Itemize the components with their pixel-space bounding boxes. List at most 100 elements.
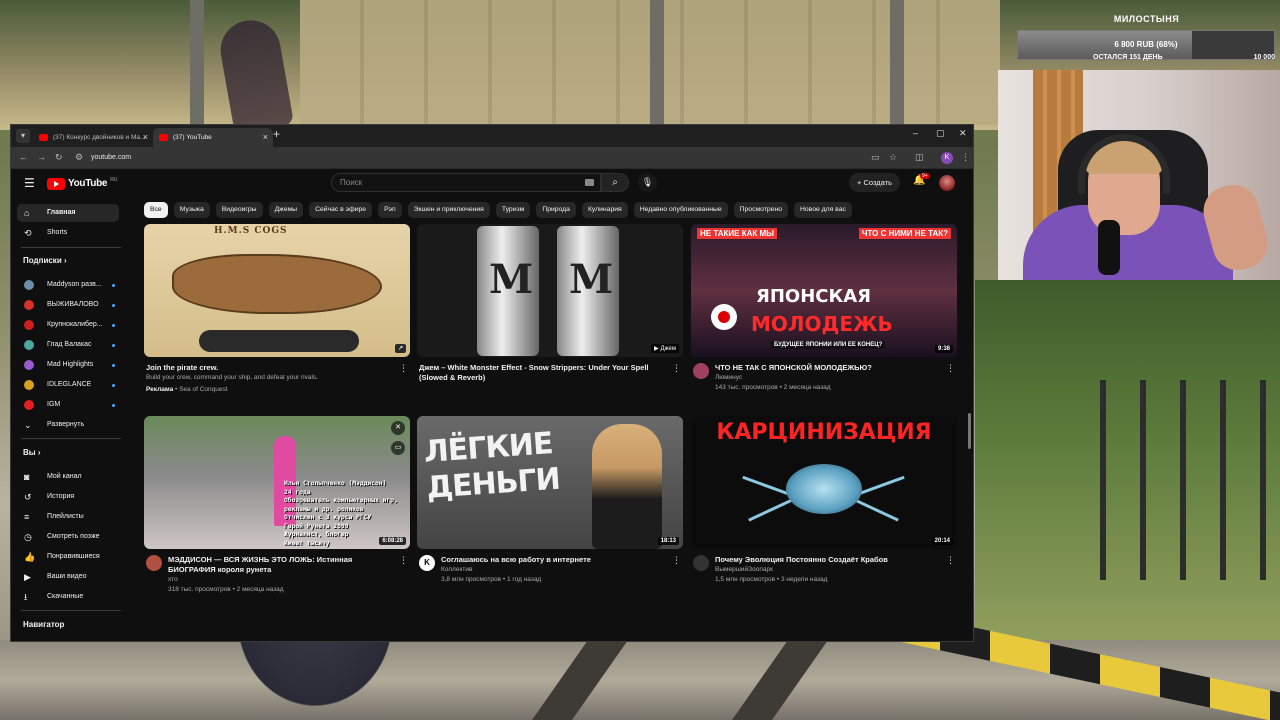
filter-chip[interactable]: Джемы [268, 202, 304, 218]
site-info-icon[interactable]: ⚙ [75, 152, 83, 163]
sidebar-item-subscription[interactable]: IGM [17, 396, 119, 414]
video-thumbnail[interactable]: ▶ Джем [417, 224, 683, 357]
extensions-icon[interactable]: ◫ [915, 152, 924, 163]
maximize-icon[interactable]: ▢ [936, 128, 945, 139]
you-heading[interactable]: Вы › [23, 448, 41, 457]
search-button[interactable]: ⌕ [601, 173, 629, 192]
subscriptions-heading[interactable]: Подписки › [23, 256, 67, 265]
sidebar-item-subscription[interactable]: ВЫЖИВАЛОВО [17, 296, 119, 314]
channel-name[interactable]: хто [168, 575, 396, 585]
youtube-logo[interactable]: YouTube RU [47, 177, 117, 190]
video-thumbnail[interactable]: НЕ ТАКИЕ КАК МЫ ЧТО С НИМИ НЕ ТАК? ЯПОНС… [691, 224, 957, 357]
channel-avatar[interactable] [693, 555, 709, 571]
video-card[interactable]: Илья Стольпченко (Мэддисон) 24 года Обозре… [144, 416, 410, 595]
sidebar-item-watch-later[interactable]: ◷ Смотреть позже [17, 528, 119, 546]
video-title[interactable]: Соглашаюсь на всю работу в интернете [441, 555, 669, 565]
url-field[interactable]: youtube.com [91, 151, 131, 165]
more-options-icon[interactable]: ⋮ [399, 363, 408, 374]
microphone-icon: 🎙 [641, 177, 654, 187]
close-window-icon[interactable]: ✕ [959, 128, 967, 139]
tab-youtube[interactable]: (37) YouTube × [153, 128, 273, 147]
sidebar-item-label: Плейлисты [47, 513, 84, 520]
create-button[interactable]: + Создать [849, 173, 900, 192]
sidebar-item-subscription[interactable]: IDLEGLANCE [17, 376, 119, 394]
video-thumbnail[interactable]: ЛЁГКИЕ ДЕНЬГИ 18:13 [417, 416, 683, 549]
bookmark-star-icon[interactable]: ☆ [889, 152, 897, 163]
browser-menu-icon[interactable]: ⋮ [961, 152, 970, 163]
more-options-icon[interactable]: ⋮ [672, 555, 681, 566]
reload-icon[interactable]: ↻ [55, 152, 63, 163]
video-card[interactable]: ЛЁГКИЕ ДЕНЬГИ 18:13 K Соглашаюсь на всю … [417, 416, 683, 585]
filter-chip[interactable]: Природа [536, 202, 576, 218]
keyboard-icon[interactable] [585, 179, 594, 186]
sidebar-item-expand[interactable]: ⌄ Развернуть [17, 416, 119, 434]
back-arrow-icon[interactable]: ← [19, 152, 28, 162]
filter-chip[interactable]: Туризм [495, 202, 531, 218]
channel-avatar[interactable] [693, 363, 709, 379]
video-thumbnail[interactable]: КАРЦИНИЗАЦИЯ 20:14 [691, 416, 957, 549]
video-thumbnail[interactable]: H.M.S COGS ↗ [144, 224, 410, 357]
account-avatar[interactable] [939, 175, 955, 191]
more-options-icon[interactable]: ⋮ [672, 363, 681, 374]
filter-chip[interactable]: Просмотрено [733, 202, 788, 218]
channel-avatar[interactable] [146, 555, 162, 571]
filter-chip[interactable]: Экшен и приключения [407, 202, 490, 218]
more-options-icon[interactable]: ⋮ [946, 555, 955, 566]
forward-arrow-icon[interactable]: → [37, 152, 46, 162]
filter-chip[interactable]: Рэп [378, 202, 402, 218]
cast-icon[interactable]: ▭ [871, 152, 880, 163]
sidebar-item-subscription[interactable]: Maddyson разв... [17, 276, 119, 294]
hamburger-menu-icon[interactable]: ☰ [24, 176, 35, 190]
sidebar-item-subscription[interactable]: Глад Валакас [17, 336, 119, 354]
video-card[interactable]: ▶ Джем Джем – White Monster Effect - Sno… [417, 224, 683, 383]
video-thumbnail[interactable]: Илья Стольпченко (Мэддисон) 24 года Обозре… [144, 416, 410, 549]
video-title[interactable]: Join the pirate crew. [146, 363, 396, 373]
person-illustration [592, 424, 662, 549]
monster-can-illustration [477, 226, 539, 356]
video-card[interactable]: H.M.S COGS ↗ Join the pirate crew. Build… [144, 224, 410, 395]
filter-chip[interactable]: Музыка [173, 202, 210, 218]
video-card[interactable]: НЕ ТАКИЕ КАК МЫ ЧТО С НИМИ НЕ ТАК? ЯПОНС… [691, 224, 957, 393]
channel-avatar[interactable]: K [419, 555, 435, 571]
captions-icon[interactable]: ▭ [391, 441, 405, 455]
channel-name[interactable]: Люминус [715, 373, 943, 383]
close-tab-icon[interactable]: × [263, 128, 268, 147]
browser-profile-avatar[interactable]: K [941, 152, 953, 164]
tab-konkurs[interactable]: (37) Конкурс двойников и Ma... × [33, 128, 153, 147]
new-tab-icon[interactable]: + [273, 127, 280, 141]
sidebar-item-liked[interactable]: 👍 Понравившиеся [17, 548, 119, 566]
video-card[interactable]: КАРЦИНИЗАЦИЯ 20:14 Почему Эволюция Посто… [691, 416, 957, 585]
tab-search-button[interactable]: ▾ [16, 129, 30, 143]
filter-chip[interactable]: Кулинария [581, 202, 628, 218]
sidebar-item-subscription[interactable]: Крупнокалибер... [17, 316, 119, 334]
filter-chip[interactable]: Видеоигры [215, 202, 263, 218]
scrollbar-thumb[interactable] [968, 413, 971, 449]
channel-name[interactable]: Коллектив [441, 565, 669, 575]
sidebar-item-shorts[interactable]: ⟲ Shorts [17, 224, 119, 242]
voice-search-button[interactable]: 🎙 [638, 173, 657, 192]
video-title[interactable]: Джем – White Monster Effect - Snow Strip… [419, 363, 669, 383]
sidebar-item-your-videos[interactable]: ▶ Ваши видео [17, 568, 119, 586]
sidebar-item-playlists[interactable]: ≡ Плейлисты [17, 508, 119, 526]
more-options-icon[interactable]: ⋮ [946, 363, 955, 374]
more-options-icon[interactable]: ⋮ [399, 555, 408, 566]
channel-name[interactable]: ВымершийЗоопарк [715, 565, 943, 575]
video-title[interactable]: ЧТО НЕ ТАК С ЯПОНСКОЙ МОЛОДЕЖЬЮ? [715, 363, 943, 373]
minimize-icon[interactable]: – [913, 128, 918, 138]
filter-chip[interactable]: Все [144, 202, 168, 218]
filter-chip[interactable]: Сейчас в эфире [309, 202, 373, 218]
mute-icon[interactable]: ✕ [391, 421, 405, 435]
sidebar-item-history[interactable]: ↺ История [17, 488, 119, 506]
filter-chip[interactable]: Новое для вас [793, 202, 852, 218]
sidebar-item-my-channel[interactable]: ◙ Мой канал [17, 468, 119, 486]
close-tab-icon[interactable]: × [143, 128, 148, 147]
video-title[interactable]: Почему Эволюция Постоянно Создаёт Крабов [715, 555, 943, 565]
sidebar-item-downloads[interactable]: ⭳ Скачанные [17, 588, 119, 606]
game-toolbar-illustration [199, 330, 359, 352]
video-title[interactable]: МЭДДИСОН — ВСЯ ЖИЗНЬ ЭТО ЛОЖЬ: Истинная … [168, 555, 396, 575]
sidebar-item-subscription[interactable]: Mad Highlights [17, 356, 119, 374]
search-input[interactable]: Поиск [331, 173, 601, 192]
sidebar-item-home[interactable]: ⌂ Главная [17, 204, 119, 222]
streamer-webcam [998, 70, 1280, 280]
filter-chip[interactable]: Недавно опубликованные [633, 202, 728, 218]
